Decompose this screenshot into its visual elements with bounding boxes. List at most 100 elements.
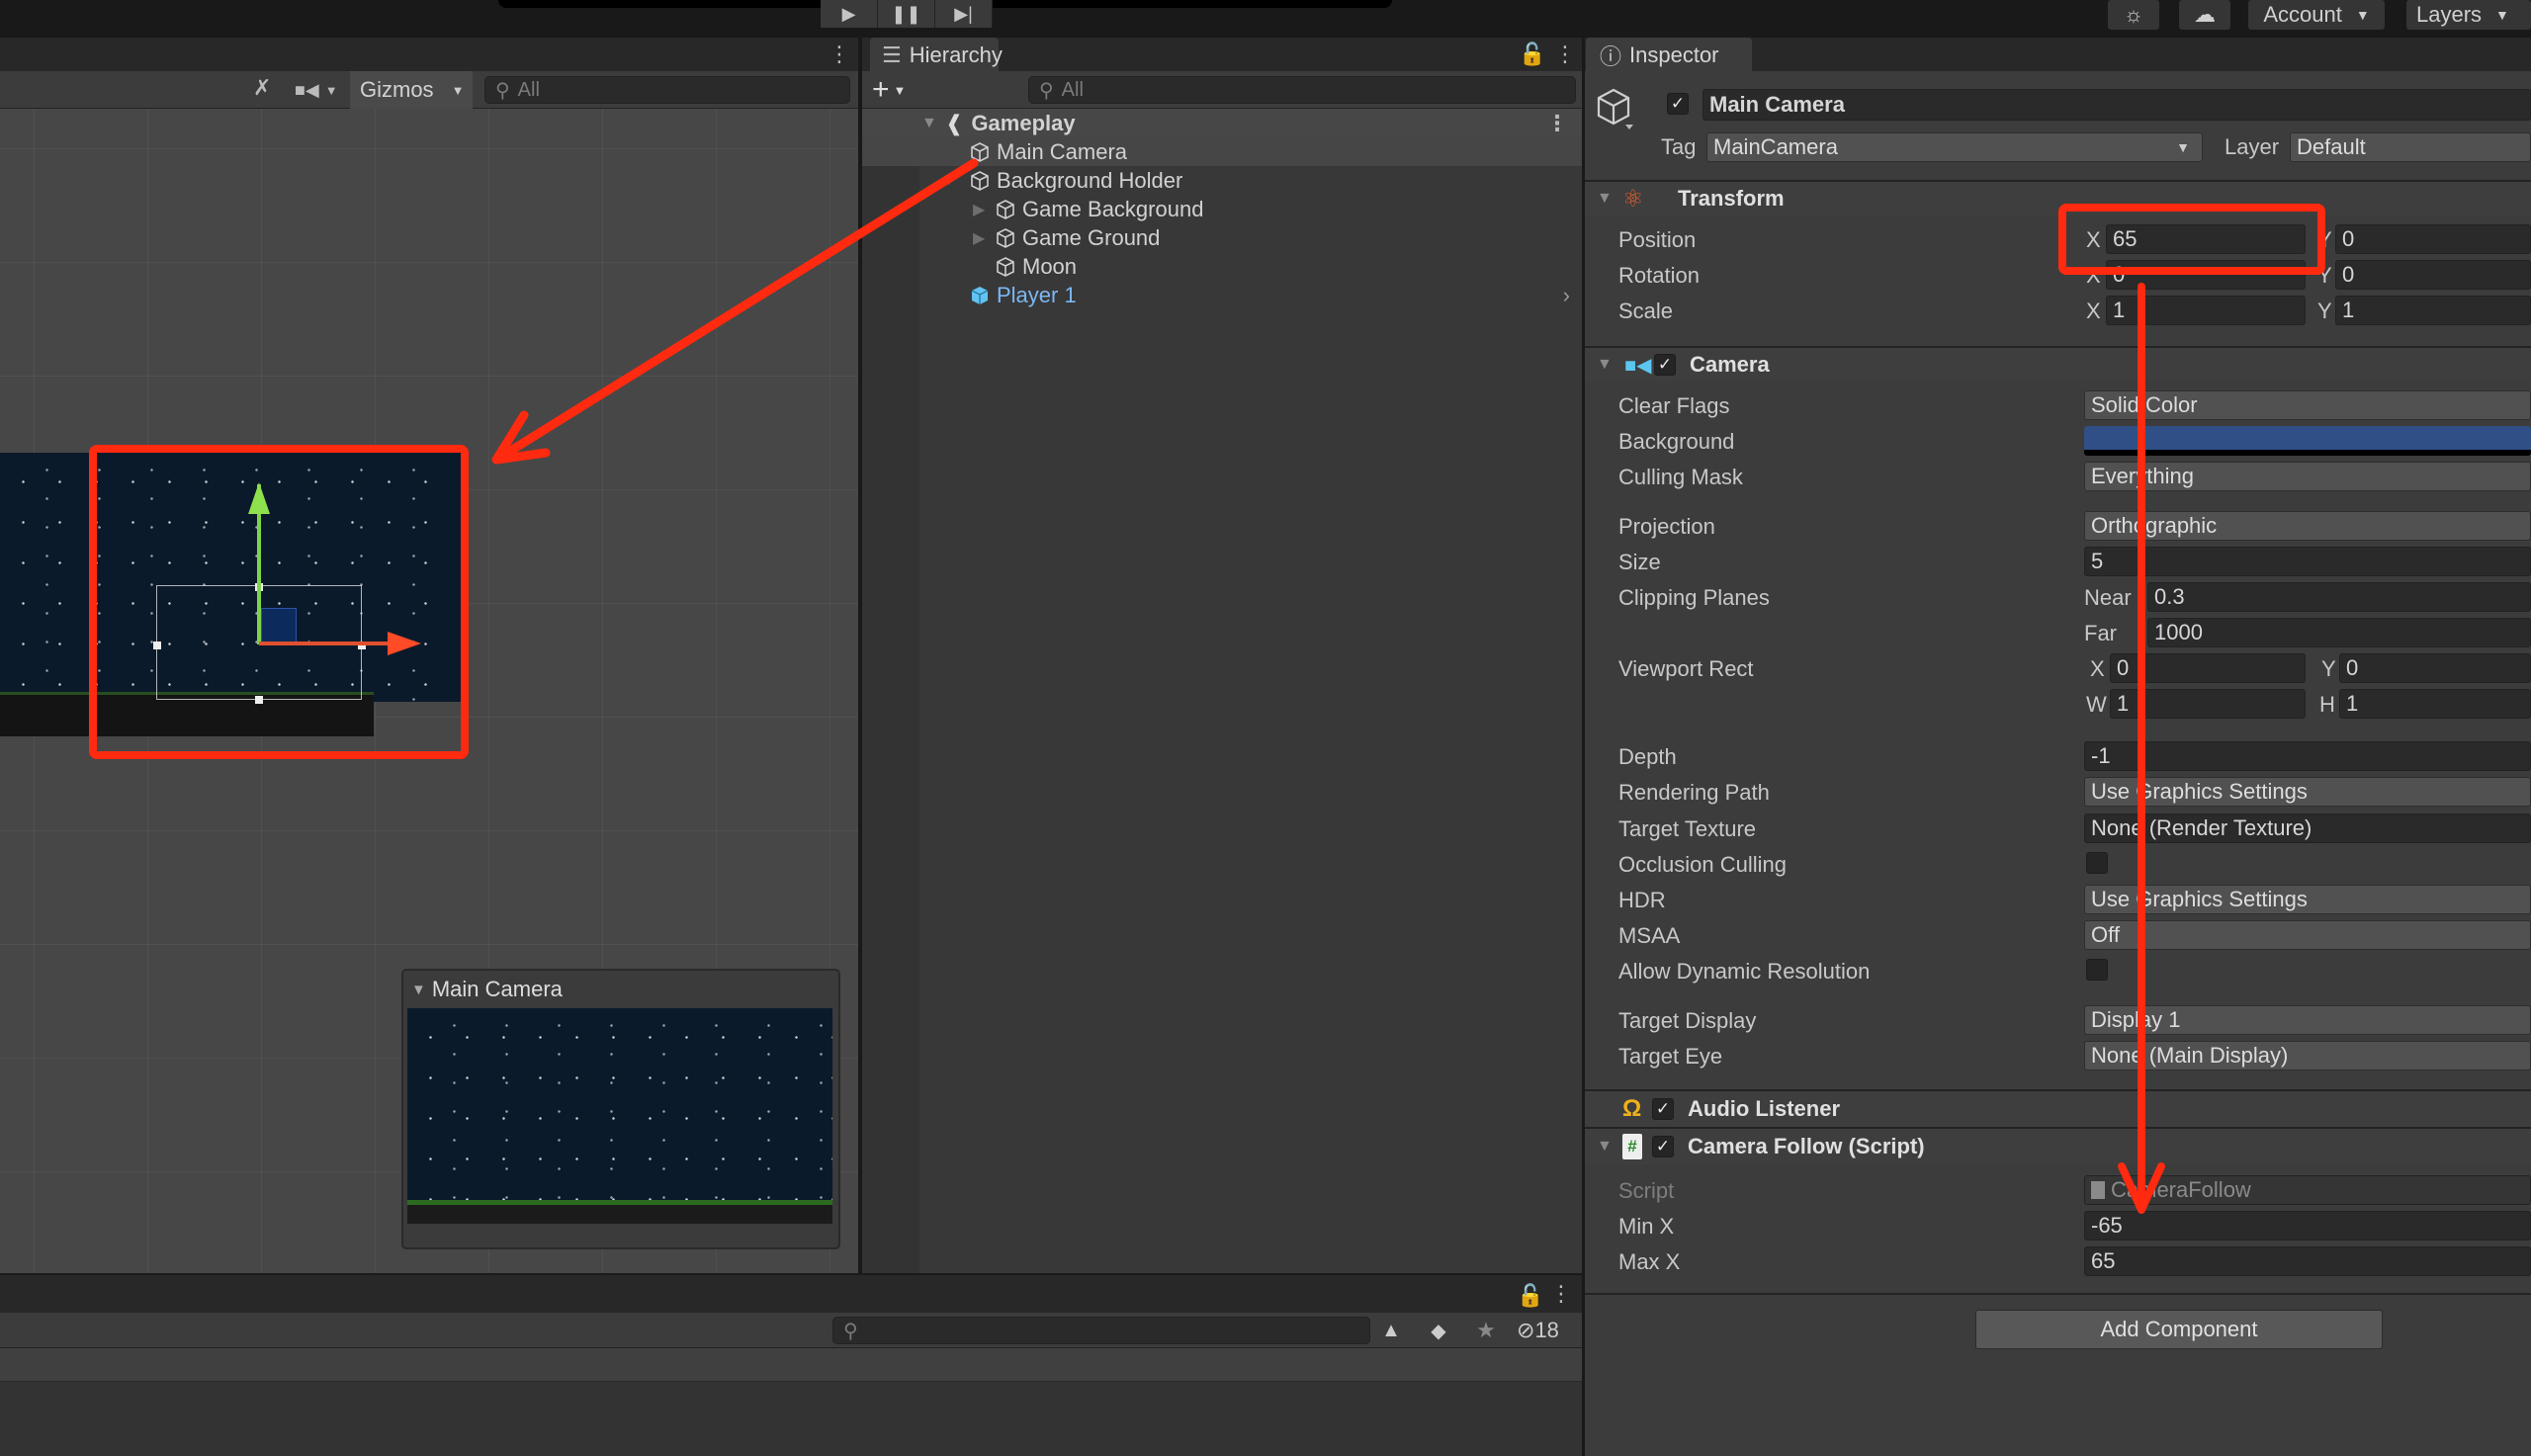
hierarchy-search-input[interactable]: ⚲ All xyxy=(1028,76,1576,104)
pause-button[interactable]: ❚❚ xyxy=(878,0,935,28)
far-label[interactable]: Far xyxy=(2084,621,2117,646)
layer-label: Layer xyxy=(2225,134,2280,159)
favorites-button[interactable]: ★ xyxy=(1471,1315,1501,1346)
target-texture-field[interactable]: None (Render Texture) xyxy=(2084,814,2531,843)
msaa-dropdown[interactable]: Off xyxy=(2084,920,2531,950)
hierarchy-item-game-background[interactable]: ▶ Game Background xyxy=(862,195,1582,223)
tab-inspector[interactable]: ⓘ Inspector xyxy=(1586,38,1752,73)
near-label[interactable]: Near xyxy=(2084,585,2132,611)
more-options-icon[interactable]: ⋮ xyxy=(829,42,850,67)
scale-x-input[interactable]: 1 xyxy=(2106,296,2306,325)
far-clip-input[interactable]: 1000 xyxy=(2147,618,2531,647)
scale-y-input[interactable]: 1 xyxy=(2335,296,2531,325)
projection-dropdown[interactable]: Orthographic xyxy=(2084,511,2531,541)
fold-triangle-icon[interactable]: ▼ xyxy=(1597,190,1622,208)
culling-mask-dropdown[interactable]: Everything xyxy=(2084,462,2531,491)
lock-icon[interactable]: 🔓 xyxy=(1519,42,1545,67)
tag-dropdown[interactable]: MainCamera ▼ xyxy=(1706,132,2203,162)
layers-dropdown[interactable]: Layers ▼ xyxy=(2406,0,2531,30)
size-input[interactable]: 5 xyxy=(2084,547,2531,576)
rotation-label: Rotation xyxy=(1618,263,1700,288)
script-field[interactable]: CameraFollow xyxy=(2084,1175,2531,1205)
viewport-y-input[interactable]: 0 xyxy=(2339,653,2531,683)
checkmark-icon: ✓ xyxy=(1655,1137,1671,1156)
fold-triangle-icon[interactable]: ▼ xyxy=(1597,1138,1622,1156)
hierarchy-item-main-camera[interactable]: Main Camera xyxy=(862,137,1582,166)
object-name-input[interactable]: Main Camera xyxy=(1702,89,2531,121)
y-axis-label[interactable]: Y xyxy=(2321,656,2336,682)
project-search-input[interactable]: ⚲ xyxy=(832,1317,1370,1344)
cloud-button[interactable]: ☁ xyxy=(2179,0,2230,30)
more-options-icon[interactable]: ⋮ xyxy=(1554,42,1576,67)
hdr-dropdown[interactable]: Use Graphics Settings xyxy=(2084,885,2531,914)
add-component-button[interactable]: Add Component xyxy=(1975,1310,2383,1349)
more-options-icon[interactable]: ⋮ xyxy=(1546,111,1568,136)
layer-dropdown[interactable]: Default xyxy=(2290,132,2531,162)
audio-listener-component-header[interactable]: Ω ✓ Audio Listener xyxy=(1585,1089,2531,1127)
tab-hierarchy[interactable]: ☰ Hierarchy xyxy=(870,38,1003,73)
occlusion-culling-checkbox[interactable] xyxy=(2086,852,2108,874)
script-value: CameraFollow xyxy=(2111,1177,2251,1202)
filter-by-label-button[interactable]: ◆ xyxy=(1424,1315,1453,1346)
gizmos-dropdown[interactable]: Gizmos ▼ xyxy=(350,71,473,109)
dynamic-resolution-checkbox[interactable] xyxy=(2086,959,2108,981)
expand-triangle-icon[interactable]: ▶ xyxy=(973,200,995,219)
step-button[interactable]: ▶| xyxy=(935,0,993,28)
rotation-y-input[interactable]: 0 xyxy=(2335,260,2531,290)
enabled-checkbox[interactable]: ✓ xyxy=(1654,354,1676,376)
y-axis-label[interactable]: Y xyxy=(2317,299,2332,324)
object-name: Main Camera xyxy=(1709,92,1845,117)
position-y-input[interactable]: 0 xyxy=(2335,224,2531,254)
viewport-x-input[interactable]: 0 xyxy=(2110,653,2306,683)
target-display-dropdown[interactable]: Display 1 xyxy=(2084,1005,2531,1035)
fold-triangle-icon[interactable]: ▼ xyxy=(1597,356,1624,374)
camera-preview-header[interactable]: ▼ Main Camera xyxy=(411,975,563,1004)
list-icon: ☰ xyxy=(882,43,902,67)
target-eye-dropdown[interactable]: None (Main Display) xyxy=(2084,1041,2531,1071)
hierarchy-item-background-holder[interactable]: ▼ Background Holder xyxy=(862,166,1582,195)
min-x-input[interactable]: -65 xyxy=(2084,1211,2531,1241)
active-checkbox[interactable]: ✓ xyxy=(1667,93,1689,115)
annotation-box-position-x xyxy=(2058,204,2325,275)
viewport-w-input[interactable]: 1 xyxy=(2110,689,2306,719)
x-axis-label[interactable]: X xyxy=(2090,656,2105,682)
enabled-checkbox[interactable]: ✓ xyxy=(1652,1136,1674,1157)
hierarchy-item-game-ground[interactable]: ▶ Game Ground xyxy=(862,223,1582,252)
lock-icon[interactable]: 🔓 xyxy=(1517,1283,1543,1309)
camera-component-header[interactable]: ▼ ■◀ ✓ Camera xyxy=(1585,346,2531,382)
rendering-path-value: Use Graphics Settings xyxy=(2091,779,2308,804)
near-clip-input[interactable]: 0.3 xyxy=(2147,582,2531,612)
more-options-icon[interactable]: ⋮ xyxy=(1550,1281,1572,1307)
clear-flags-dropdown[interactable]: Solid Color xyxy=(2084,390,2531,420)
chevron-right-icon[interactable]: › xyxy=(1563,283,1570,308)
viewport-h-input[interactable]: 1 xyxy=(2339,689,2531,719)
scene-search-input[interactable]: ⚲ All xyxy=(484,76,850,104)
filter-by-type-button[interactable]: ▲ xyxy=(1376,1315,1406,1346)
hidden-packages-button[interactable]: ⊘ 18 xyxy=(1517,1315,1559,1346)
h-label[interactable]: H xyxy=(2319,692,2335,718)
background-color-swatch[interactable] xyxy=(2084,426,2531,456)
play-button[interactable]: ▶ xyxy=(821,0,878,28)
enabled-checkbox[interactable]: ✓ xyxy=(1652,1098,1674,1120)
max-x-input[interactable]: 65 xyxy=(2084,1246,2531,1276)
camera-follow-component-header[interactable]: ▼ # ✓ Camera Follow (Script) xyxy=(1585,1127,2531,1164)
hierarchy-item-moon[interactable]: Moon xyxy=(862,252,1582,281)
hierarchy-scene-row[interactable]: ▼ ❰ Gameplay ⋮ xyxy=(862,109,1582,137)
create-button[interactable]: + ▼ xyxy=(872,73,906,107)
hierarchy-item-player-1[interactable]: Player 1 › xyxy=(862,281,1582,309)
rendering-path-dropdown[interactable]: Use Graphics Settings xyxy=(2084,777,2531,807)
camera-settings-button[interactable]: ■◀ ▼ xyxy=(295,75,338,105)
expand-triangle-icon[interactable]: ▶ xyxy=(973,228,995,248)
tools-icon[interactable]: ✗ xyxy=(253,75,281,105)
shapes-icon: ▲ xyxy=(1381,1319,1401,1341)
unity-scene-icon: ❰ xyxy=(945,110,964,135)
account-dropdown[interactable]: Account ▼ xyxy=(2248,0,2385,30)
expand-triangle-icon[interactable]: ▼ xyxy=(921,115,945,132)
x-axis-label[interactable]: X xyxy=(2086,299,2101,324)
expand-triangle-icon[interactable]: ▼ xyxy=(941,172,969,190)
pause-icon: ❚❚ xyxy=(891,3,921,24)
lighting-button[interactable]: ☼ xyxy=(2108,0,2159,30)
depth-input[interactable]: -1 xyxy=(2084,741,2531,771)
w-label[interactable]: W xyxy=(2086,692,2107,718)
gameobject-cube-icon[interactable] xyxy=(1596,87,1635,130)
